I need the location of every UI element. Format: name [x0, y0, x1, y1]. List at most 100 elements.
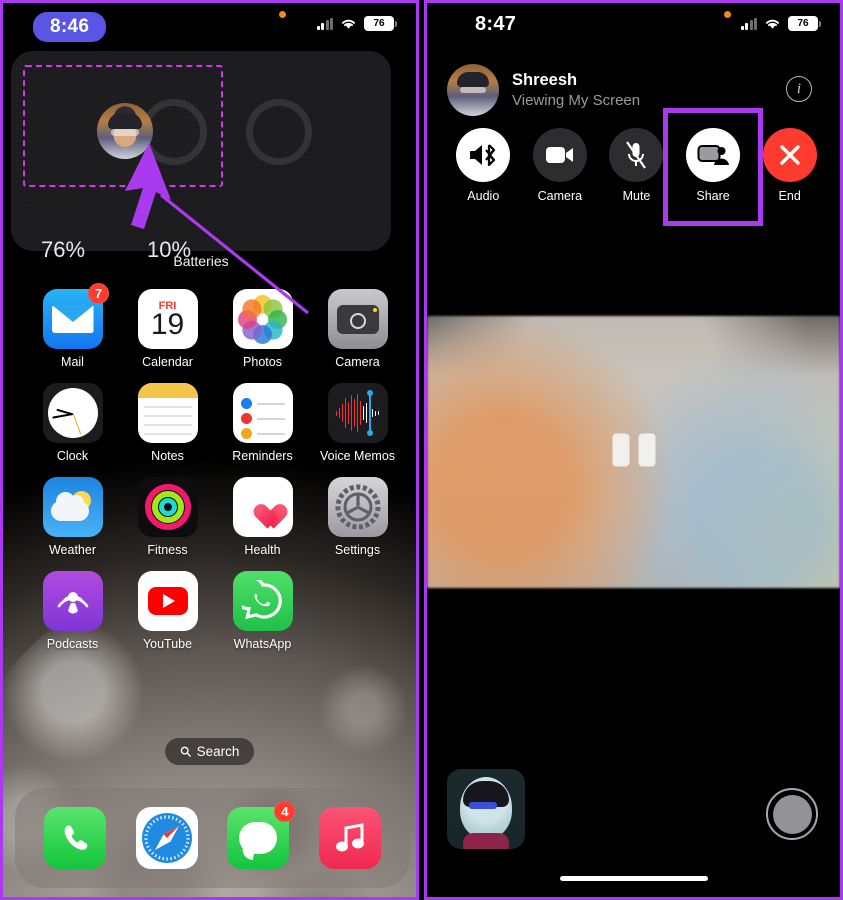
info-icon[interactable]: i: [786, 76, 812, 102]
weather-icon: [42, 477, 103, 537]
video-camera-icon: [532, 128, 587, 182]
battery-percent-label: 76: [373, 17, 385, 29]
battery-icon: 76: [788, 16, 821, 31]
app-icon-youtube[interactable]: YouTube: [120, 571, 215, 651]
microphone-muted-icon: [609, 128, 664, 182]
search-button[interactable]: Search: [164, 738, 255, 765]
left-status-icons: 76: [316, 16, 397, 31]
app-row-4: Podcasts YouTube WhatsApp: [3, 571, 416, 651]
batteries-widget-contact-avatar[interactable]: [97, 103, 153, 159]
app-icon-whatsapp[interactable]: WhatsApp: [215, 571, 310, 651]
shutter-icon[interactable]: [766, 788, 818, 840]
left-status-bar: 8:46 76: [3, 3, 416, 51]
voice-memos-icon: [327, 383, 388, 443]
orange-recording-dot-icon: [279, 11, 286, 18]
right-status-icons: 76: [740, 16, 821, 31]
status-time: 8:47: [475, 13, 517, 35]
dock-item-messages[interactable]: 4: [227, 801, 296, 869]
mail-badge: 7: [88, 283, 109, 304]
audio-label: Audio: [467, 189, 500, 203]
app-icon-reminders[interactable]: Reminders: [215, 383, 310, 463]
app-label-fitness: Fitness: [147, 543, 188, 557]
dock: 4: [15, 788, 410, 888]
caller-text: Shreesh Viewing My Screen: [512, 71, 640, 109]
search-label: Search: [196, 744, 240, 759]
battery-percent-2: 10%: [147, 237, 192, 262]
camera-button[interactable]: Camera: [530, 128, 590, 203]
app-label-calendar: Calendar: [142, 355, 193, 369]
caller-row: Shreesh Viewing My Screen i: [447, 61, 822, 119]
end-call-x-icon: [762, 128, 817, 182]
share-label: Share: [696, 189, 730, 203]
health-icon: [232, 477, 293, 537]
app-label-podcasts: Podcasts: [46, 637, 99, 651]
app-icon-calendar[interactable]: FRI 19 Calendar: [120, 289, 215, 369]
phone-icon: [43, 807, 106, 869]
safari-icon: [135, 807, 198, 869]
status-time-pill: 8:46: [33, 12, 107, 42]
clock-icon: [42, 383, 103, 443]
share-button[interactable]: Share: [683, 128, 743, 203]
app-icon-health[interactable]: Health: [215, 477, 310, 557]
right-status-bar: 8:47 76: [427, 3, 840, 51]
battery-ring-3: [246, 99, 312, 165]
app-label-clock: Clock: [56, 449, 89, 463]
home-indicator: [559, 876, 708, 881]
pause-icon: [612, 433, 655, 467]
app-icon-clock[interactable]: Clock: [25, 383, 120, 463]
avatar: [447, 64, 499, 116]
settings-icon: [327, 477, 388, 537]
podcasts-icon: [42, 571, 103, 631]
audio-button[interactable]: Audio: [453, 128, 513, 203]
end-label: End: [778, 189, 801, 203]
whatsapp-icon: [232, 571, 293, 631]
app-label-settings: Settings: [334, 543, 381, 557]
app-grid: 7 Mail FRI 19 Calendar Photos Camera Clo…: [3, 283, 416, 665]
app-label-camera: Camera: [335, 355, 380, 369]
wifi-icon: [341, 19, 356, 29]
app-icon-podcasts[interactable]: Podcasts: [25, 571, 120, 651]
wifi-icon: [765, 19, 780, 29]
battery-percent-1: 76%: [41, 237, 86, 262]
screenshot-stage: 8:46 76 76% 10% Batteries 7 Mail FRI 19 …: [0, 0, 843, 900]
app-row-3: Weather Fitness Health Settings: [3, 477, 416, 557]
app-label-notes: Notes: [151, 449, 184, 463]
messages-badge: 4: [274, 801, 296, 822]
app-row-2: Clock Notes Reminders Voice Memos: [3, 383, 416, 463]
dock-item-music[interactable]: [319, 807, 382, 869]
app-label-whatsapp: WhatsApp: [233, 637, 292, 651]
camera-label: Camera: [537, 189, 583, 203]
dock-item-safari[interactable]: [135, 807, 198, 869]
app-label-youtube: YouTube: [142, 637, 193, 651]
mute-label: Mute: [622, 189, 651, 203]
app-icon-photos[interactable]: Photos: [215, 289, 310, 369]
right-phone-panel: 8:47 76 Shreesh Viewing My Screen i Audi…: [424, 0, 843, 900]
end-button[interactable]: End: [760, 128, 820, 203]
battery-percent-label: 76: [797, 17, 809, 29]
speaker-bluetooth-icon: [456, 128, 511, 182]
calendar-icon: FRI 19: [137, 289, 198, 349]
music-icon: [319, 807, 382, 869]
dock-item-phone[interactable]: [43, 807, 106, 869]
app-row-1: 7 Mail FRI 19 Calendar Photos Camera: [3, 283, 416, 369]
call-controls: Audio Camera Mute Share End: [427, 128, 840, 203]
app-label-voice-memos: Voice Memos: [319, 449, 396, 463]
search-icon: [180, 746, 191, 757]
screen-share-icon: [686, 128, 741, 182]
fitness-icon: [137, 477, 198, 537]
caller-name: Shreesh: [512, 71, 578, 89]
self-view-pip[interactable]: [447, 769, 525, 849]
app-icon-weather[interactable]: Weather: [25, 477, 120, 557]
app-icon-notes[interactable]: Notes: [120, 383, 215, 463]
mute-button[interactable]: Mute: [606, 128, 666, 203]
notes-icon: [137, 383, 198, 443]
photos-icon: [232, 289, 293, 349]
app-icon-voice-memos[interactable]: Voice Memos: [310, 383, 405, 463]
app-icon-fitness[interactable]: Fitness: [120, 477, 215, 557]
app-icon-camera[interactable]: Camera: [310, 289, 405, 369]
orange-recording-dot-icon: [724, 11, 731, 18]
app-icon-mail[interactable]: 7 Mail: [25, 283, 120, 369]
app-icon-settings[interactable]: Settings: [310, 477, 405, 557]
left-phone-panel: 8:46 76 76% 10% Batteries 7 Mail FRI 19 …: [0, 0, 419, 900]
camera-icon: [327, 289, 388, 349]
